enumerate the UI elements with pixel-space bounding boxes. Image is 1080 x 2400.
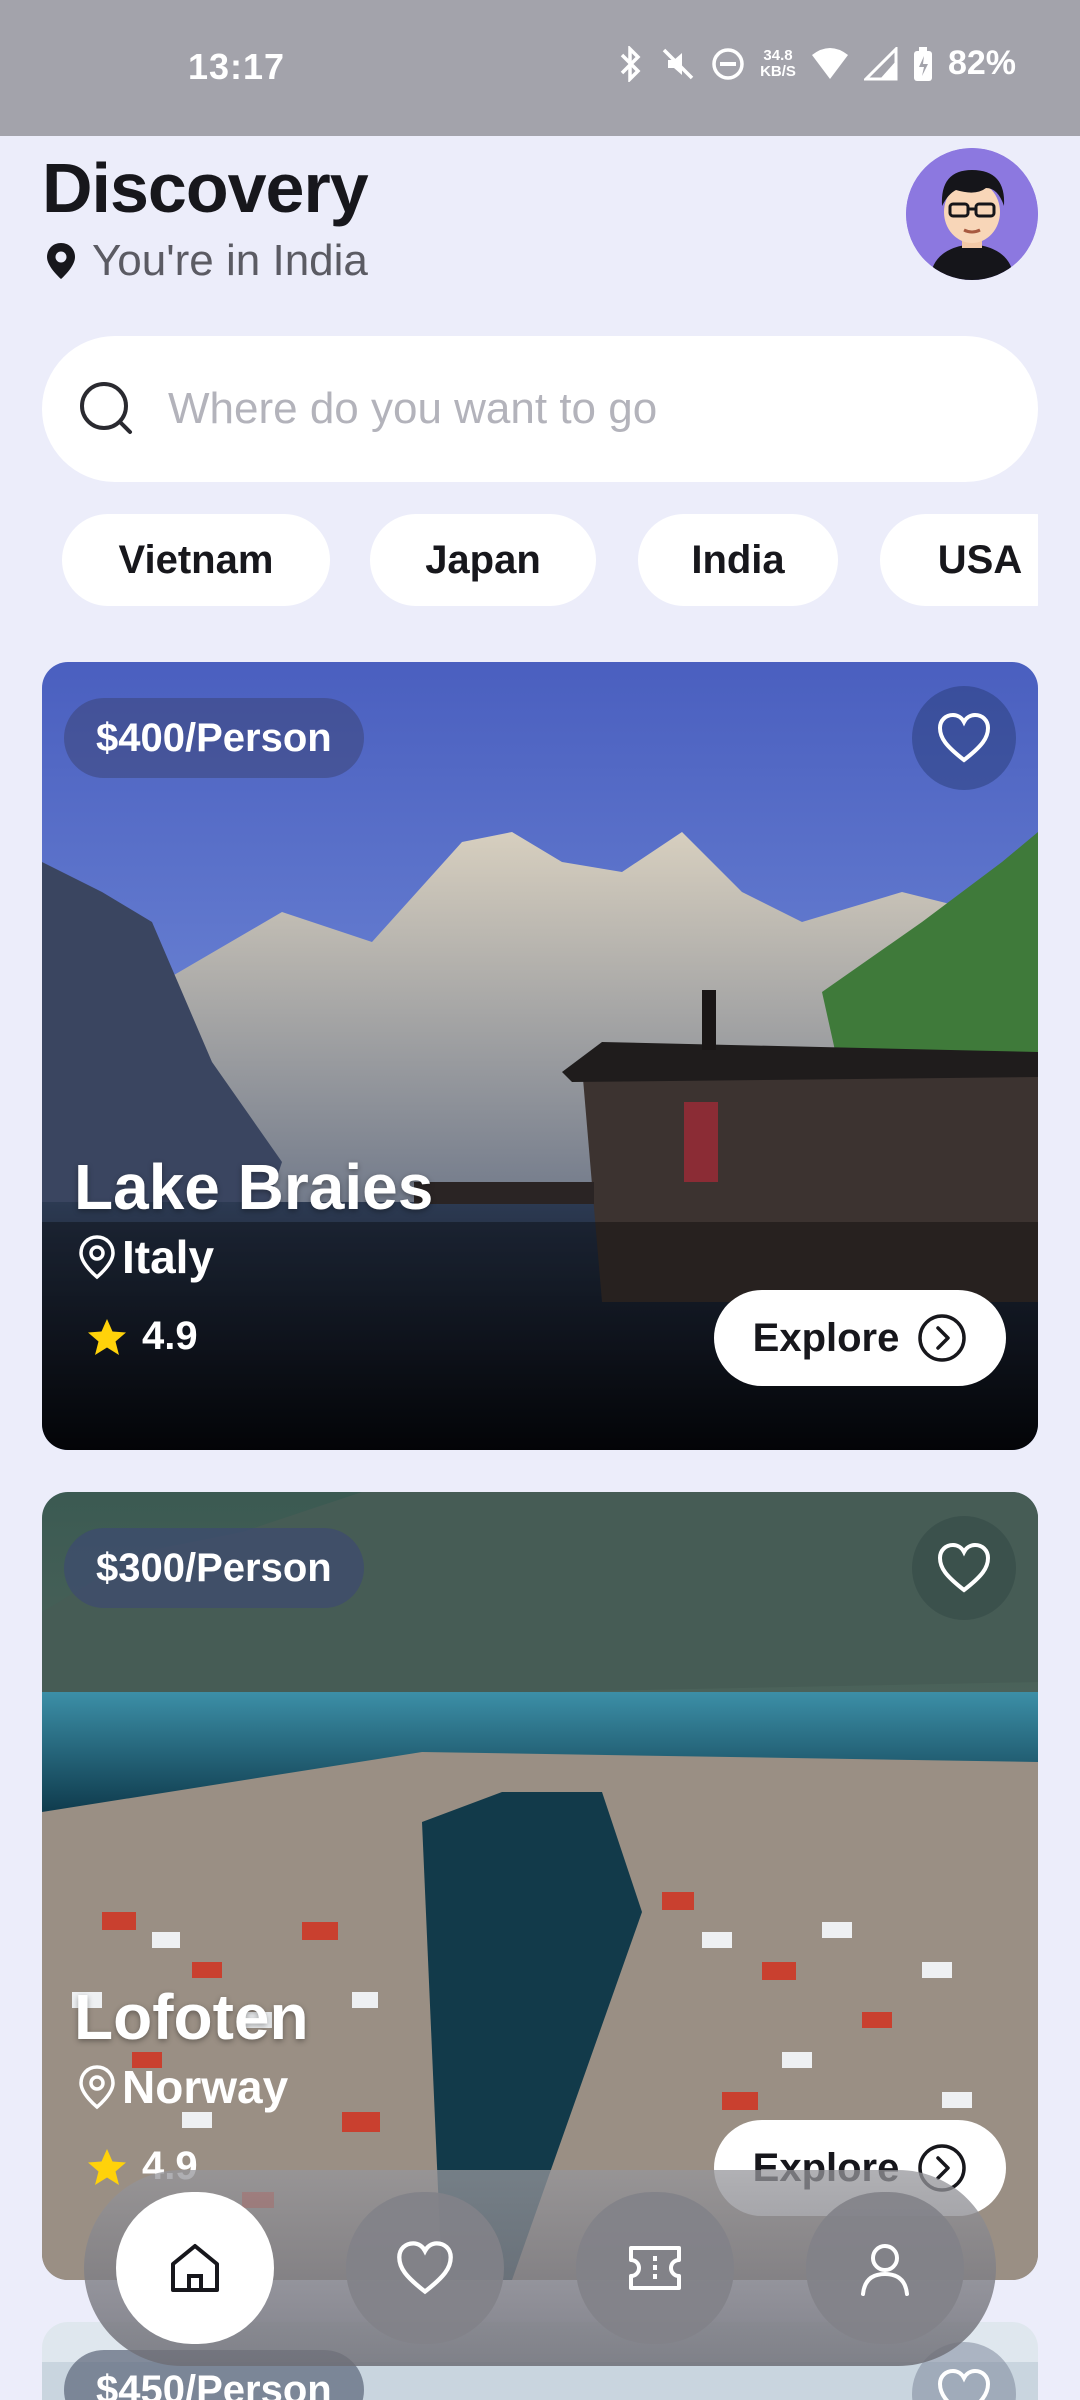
bluetooth-icon [620,45,641,82]
battery-icon [913,46,932,81]
page-title: Discovery [42,149,369,227]
nav-favorites[interactable] [346,2192,504,2344]
battery-percent: 82% [947,44,1016,82]
chip-vietnam[interactable]: Vietnam [62,514,330,606]
country-label: Norway [122,2061,289,2113]
arrow-circle-right-icon [918,1314,967,1362]
explore-label: Explore [752,1315,900,1360]
profile-icon [861,2244,909,2296]
location-pin-icon [79,2065,115,2110]
net-speed: 34.8 KB/S [760,46,796,80]
home-icon [171,2244,219,2292]
rating-value: 4.9 [142,1314,198,1358]
destination-card[interactable]: $400/Person Lake Braies Italy 4.9 Explor… [42,662,1038,1450]
ticket-icon [629,2246,681,2290]
destination-name: Lofoten [74,1981,309,2053]
location-pin-icon [79,1235,115,1280]
nav-tickets[interactable] [576,2192,734,2344]
chip-japan[interactable]: Japan [370,514,596,606]
location-text: You're in India [92,236,368,285]
star-icon [88,2148,126,2185]
search-icon [80,382,132,434]
nav-profile[interactable] [806,2192,964,2344]
country-filter-chips: Vietnam Japan India USA [62,514,1038,606]
chip-india[interactable]: India [638,514,838,606]
destination-country: Italy [76,1230,214,1284]
star-icon [88,1318,126,1355]
dnd-icon [712,47,744,80]
destination-country: Norway [76,2060,288,2114]
destination-name: Lake Braies [74,1151,434,1223]
chip-usa[interactable]: USA [880,514,1038,606]
nav-home[interactable] [116,2192,274,2344]
bottom-navigation [84,2170,996,2366]
country-label: Italy [122,1231,215,1283]
location-pin-icon [47,243,75,279]
favorite-button[interactable] [912,686,1016,790]
rating: 4.9 [86,1314,198,1359]
heart-icon [937,1542,991,1593]
mute-icon [662,48,694,79]
explore-button[interactable]: Explore [714,1290,1006,1386]
heart-icon [397,2241,453,2295]
avatar-illustration [906,148,1038,280]
favorite-button[interactable] [912,1516,1016,1620]
search-input[interactable] [168,384,968,434]
destination-card[interactable]: $300/Person Lofoten Norway 4.9 Explore [42,1492,1038,2280]
status-time: 13:17 [188,46,286,87]
status-icons: 34.8 KB/S 82% [616,44,1016,83]
heart-icon [937,2368,991,2400]
signal-icon [863,46,898,80]
search-bar[interactable] [42,336,1038,482]
price-badge: $400/Person [64,698,364,778]
heart-icon [937,712,991,763]
status-bar: 13:17 34.8 KB/S 82% [0,0,1080,136]
avatar[interactable] [906,148,1038,280]
wifi-icon [811,47,848,79]
current-location: You're in India [44,236,368,286]
price-badge: $300/Person [64,1528,364,1608]
